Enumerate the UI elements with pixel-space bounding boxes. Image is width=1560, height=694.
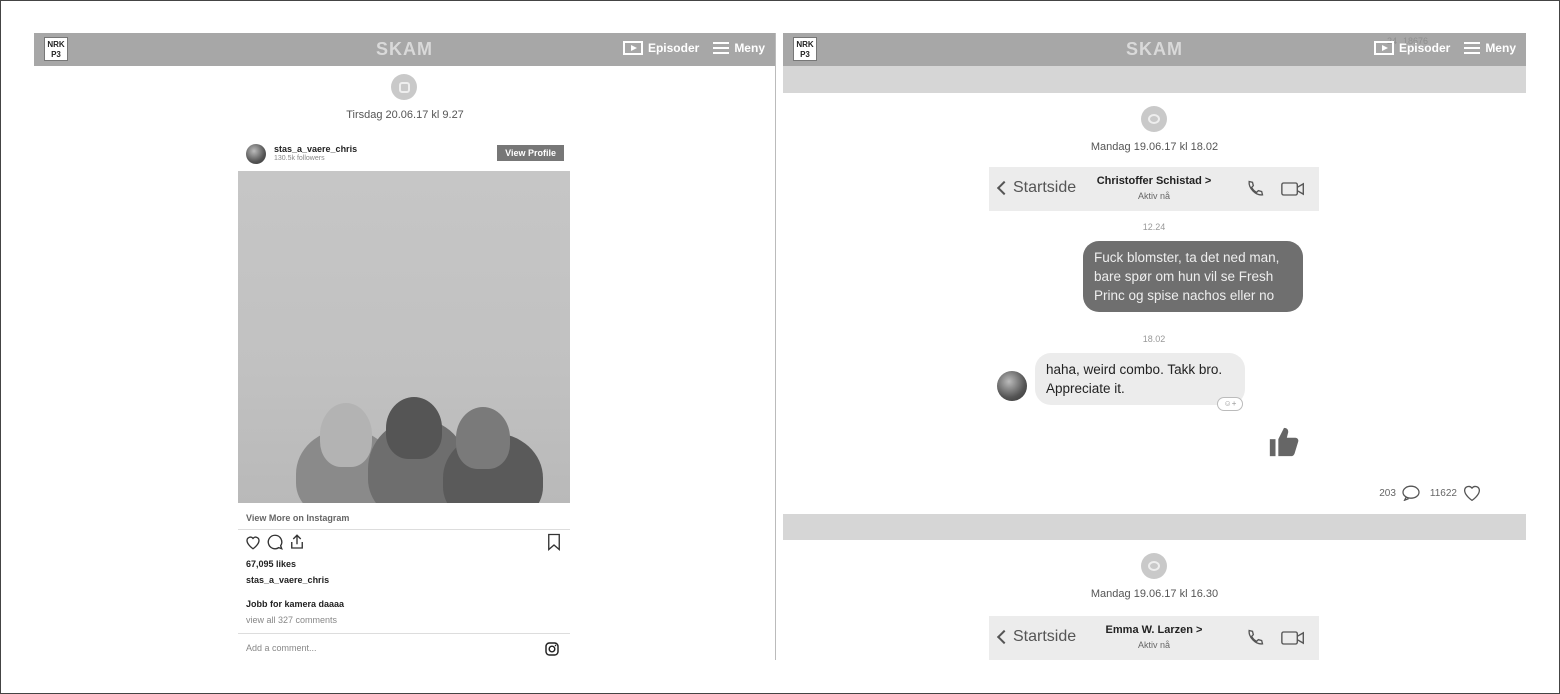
divider [238, 529, 570, 530]
phone-icon[interactable] [1245, 179, 1265, 199]
post-timestamp: Tirsdag 20.06.17 kl 9.27 [346, 109, 464, 121]
top-navbar: NRK P3 SKAM 24 18676 Episoder Meny [783, 33, 1526, 66]
view-comments-link[interactable]: view all 327 comments [246, 615, 337, 625]
nav-links: Episoder Meny [1373, 41, 1516, 55]
menu-label: Meny [734, 41, 765, 55]
chat-card: Mandag 19.06.17 kl 16.30 Startside Emma … [783, 540, 1526, 660]
engagement-counters: 203 11622 [1379, 484, 1486, 502]
menu-label: Meny [1485, 41, 1516, 55]
like-count: 11622 [1429, 487, 1457, 499]
instagram-photo[interactable] [238, 171, 570, 503]
chat-type-icon [1141, 553, 1167, 579]
hamburger-icon [713, 42, 730, 54]
call-actions [1245, 628, 1305, 648]
instagram-actions [244, 533, 564, 555]
view-profile-button[interactable]: View Profile [497, 145, 564, 161]
likes-count: 67,095 likes [246, 559, 297, 569]
thumbs-up-icon[interactable] [1267, 425, 1301, 459]
divider [238, 633, 570, 634]
episodes-link[interactable]: Episoder [622, 41, 700, 55]
person-head [320, 403, 372, 467]
play-icon [622, 41, 643, 55]
comment-icon[interactable] [1401, 485, 1421, 501]
avatar[interactable] [997, 371, 1027, 401]
view-more-link[interactable]: View More on Instagram [246, 513, 349, 523]
chat-card: Mandag 19.06.17 kl 18.02 Startside Chris… [783, 93, 1526, 514]
instagram-logo-icon[interactable] [544, 641, 560, 657]
person-head [386, 397, 442, 459]
video-icon[interactable] [1281, 179, 1305, 199]
phone-icon[interactable] [1245, 628, 1265, 648]
hamburger-icon [1464, 42, 1481, 54]
video-icon[interactable] [1281, 628, 1305, 648]
person-head [456, 407, 510, 469]
play-icon [1373, 41, 1394, 55]
chat-timestamp: Mandag 19.06.17 kl 16.30 [1090, 588, 1219, 600]
right-panel: NRK P3 SKAM 24 18676 Episoder Meny Manda… [783, 33, 1526, 660]
menu-button[interactable]: Meny [1464, 41, 1516, 55]
instagram-header: stas_a_vaere_chris 130.5k followers View… [238, 141, 570, 171]
chat-header: Startside Christoffer Schistad > Aktiv n… [989, 167, 1319, 211]
heart-icon[interactable] [1462, 484, 1482, 502]
episodes-label: Episoder [647, 41, 700, 55]
episodes-label: Episoder [1398, 41, 1451, 55]
nav-links: Episoder Meny [622, 41, 765, 55]
instagram-username[interactable]: stas_a_vaere_chris [274, 144, 357, 154]
left-panel: NRK P3 SKAM Episoder Meny Tirsdag 20.06.… [34, 33, 776, 660]
message-time: 18.02 [1142, 334, 1166, 344]
add-comment-input[interactable]: Add a comment... [246, 643, 317, 653]
incoming-message[interactable]: haha, weird combo. Takk bro. Appreciate … [1035, 353, 1245, 405]
chat-type-icon [1141, 106, 1167, 132]
share-icon[interactable] [288, 533, 306, 551]
top-navbar: NRK P3 SKAM Episoder Meny [34, 33, 775, 66]
instagram-type-icon [391, 74, 417, 100]
chat-header: Startside Emma W. Larzen > Aktiv nå [989, 616, 1319, 660]
comment-count: 203 [1379, 487, 1396, 499]
add-reaction-icon[interactable]: ☺+ [1217, 397, 1243, 411]
bookmark-icon[interactable] [546, 533, 562, 551]
episodes-link[interactable]: Episoder [1373, 41, 1451, 55]
message-time: 12.24 [1142, 222, 1166, 232]
avatar[interactable] [246, 144, 266, 164]
chat-timestamp: Mandag 19.06.17 kl 18.02 [1090, 141, 1219, 153]
heart-icon[interactable] [244, 533, 262, 551]
caption-username[interactable]: stas_a_vaere_chris [246, 575, 329, 585]
post-caption: Jobb for kamera daaaa [246, 599, 345, 609]
call-actions [1245, 179, 1305, 199]
menu-button[interactable]: Meny [713, 41, 765, 55]
outgoing-message[interactable]: Fuck blomster, ta det ned man, bare spør… [1083, 241, 1303, 312]
follower-count: 130.5k followers [274, 155, 325, 162]
comment-icon[interactable] [266, 533, 284, 551]
